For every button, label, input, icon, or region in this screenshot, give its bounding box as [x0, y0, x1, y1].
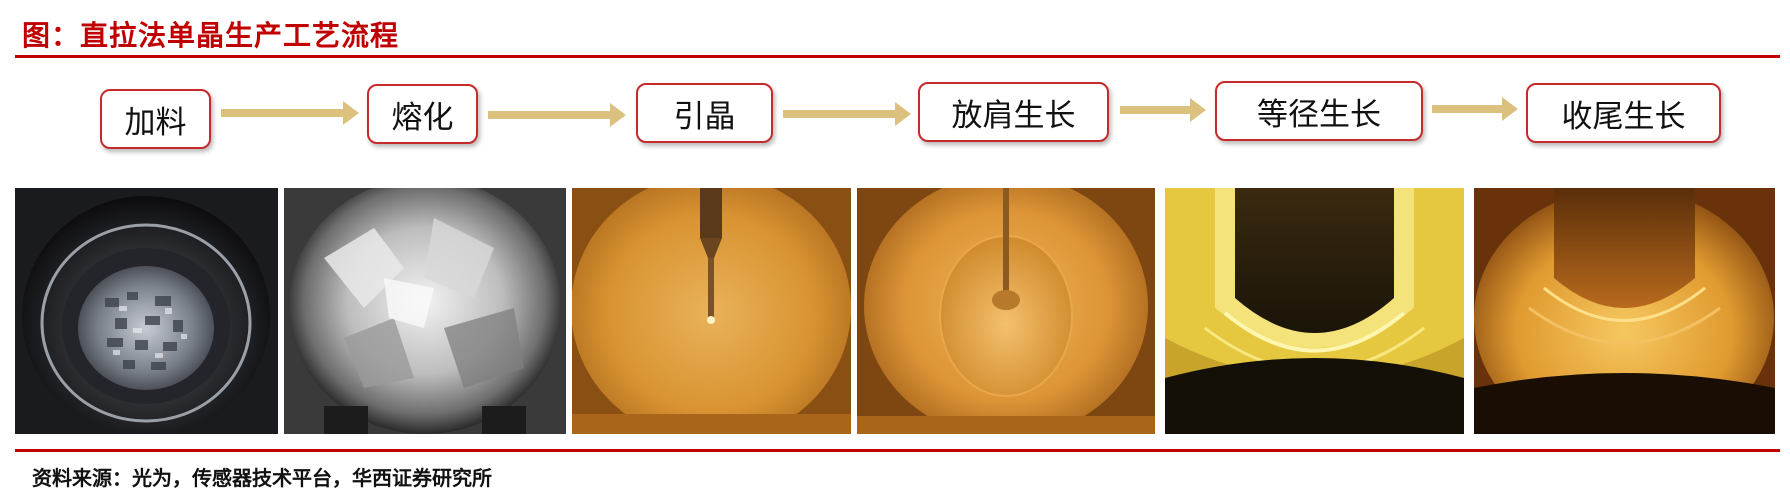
header-divider — [15, 55, 1780, 58]
page-title: 图：直拉法单晶生产工艺流程 — [22, 19, 400, 52]
flow-arrow — [783, 99, 911, 129]
step-seeding: 引晶 — [636, 83, 773, 143]
step-body-growth: 等径生长 — [1215, 81, 1423, 141]
flow-arrow — [1120, 95, 1206, 125]
step-tail-growth: 收尾生长 — [1526, 83, 1721, 143]
photo-feeding — [15, 188, 278, 434]
step-label: 加料 — [124, 104, 187, 141]
step-label: 放肩生长 — [951, 97, 1076, 134]
source-note: 资料来源：光为，传感器技术平台，华西证券研究所 — [32, 466, 492, 490]
flow-arrow — [1432, 94, 1518, 124]
step-label: 引晶 — [673, 98, 736, 135]
photo-seeding — [572, 188, 851, 434]
photo-melting — [284, 188, 566, 434]
photo-shoulder-growth — [857, 188, 1155, 434]
photo-tail-growth — [1474, 188, 1775, 434]
step-label: 等径生长 — [1257, 96, 1381, 133]
step-label: 熔化 — [391, 99, 454, 136]
photo-body-growth — [1165, 188, 1464, 434]
step-label: 收尾生长 — [1561, 98, 1686, 135]
step-feeding: 加料 — [100, 89, 211, 149]
flow-arrow — [488, 100, 626, 130]
flow-arrow — [221, 98, 359, 128]
step-melting: 熔化 — [367, 84, 478, 144]
step-shoulder-growth: 放肩生长 — [918, 82, 1109, 142]
footer-divider — [15, 449, 1780, 452]
